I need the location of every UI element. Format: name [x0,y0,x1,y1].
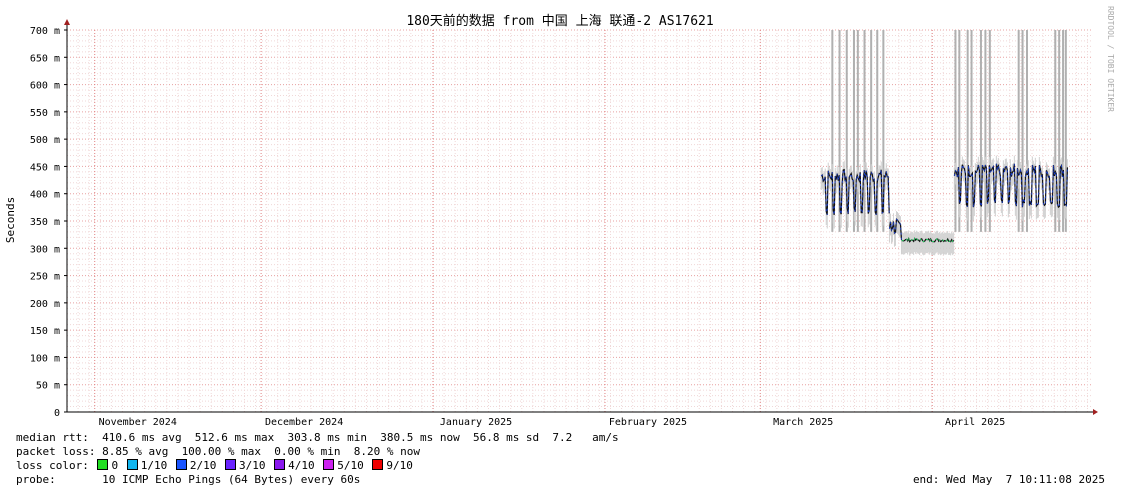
loss-color-swatch [323,459,335,470]
y-tick-label: 100 m [30,353,60,364]
loss-color-label-item: 4/10 [288,459,322,472]
smokeping-chart: 0 50 m 100 m 150 m 200 m 250 m 300 m 350 m 400 m… [4,6,1115,428]
probe-label: probe: [16,473,56,486]
y-tick-label: 450 m [30,162,60,173]
packet-loss-line: packet loss: 8.85 % avg 100.00 % max 0.0… [16,445,420,458]
loss-color-swatch [274,459,286,470]
probe-line: probe: 10 ICMP Echo Pings (64 Bytes) eve… [16,473,360,487]
y-tick-label: 550 m [30,108,60,119]
loss-color-swatch [224,459,236,470]
end-timestamp: end: Wed May 7 10:11:08 2025 [912,473,1105,486]
loss-color-legend: loss color: 0 1/10 2/10 3/10 4/10 5/10 9… [16,459,419,473]
loss-color-label-item: 9/10 [386,459,420,472]
loss-color-swatch [175,459,187,470]
y-tick-label: 700 m [30,26,60,37]
loss-color-label-item: 5/10 [337,459,371,472]
y-tick-label: 250 m [30,272,60,283]
rrdtool-watermark: RRDTOOL / TOBI OETIKER [1106,6,1115,112]
y-tick-label: 650 m [30,53,60,64]
x-tick-label: March 2025 [773,417,833,428]
x-tick-label: February 2025 [609,417,687,428]
chart-grid [66,29,1093,413]
probe-value: 10 ICMP Echo Pings (64 Bytes) every 60s [102,473,361,486]
x-tick-label: November 2024 [99,417,177,428]
loss-color-swatch [372,459,384,470]
y-tick-label: 500 m [30,135,60,146]
x-tick-label: December 2024 [265,417,343,428]
y-axis-arrow [64,19,70,25]
loss-color-label-item: 0 [111,459,125,472]
y-tick-labels: 0 50 m 100 m 150 m 200 m 250 m 300 m 350 m 400 m… [30,26,60,419]
y-tick-label: 400 m [30,190,60,201]
y-tick-label: 150 m [30,326,60,337]
loss-color-swatch [97,459,109,470]
loss-color-label-item: 1/10 [140,459,174,472]
x-tick-label: April 2025 [945,417,1005,428]
loss-color-swatch [126,459,138,470]
x-tick-labels: November 2024 December 2024 January 2025 Fe… [99,417,1006,428]
x-axis-arrow [1093,409,1098,415]
y-tick-label: 300 m [30,244,60,255]
loss-color-label: loss color: [16,459,89,472]
y-tick-label: 200 m [30,299,60,310]
x-tick-label: January 2025 [440,417,512,428]
y-tick-label: 600 m [30,81,60,92]
loss-color-label-item: 2/10 [189,459,223,472]
median-rtt-line: median rtt: 410.6 ms avg 512.6 ms max 30… [16,431,619,444]
y-tick-label: 0 [54,408,60,419]
chart-title: 180天前的数据 from 中国 上海 联通-2 AS17621 [406,13,713,29]
loss-color-label-item: 3/10 [238,459,273,472]
y-tick-label: 350 m [30,217,60,228]
y-tick-label: 50 m [36,381,60,392]
y-axis-label: Seconds [4,197,17,243]
